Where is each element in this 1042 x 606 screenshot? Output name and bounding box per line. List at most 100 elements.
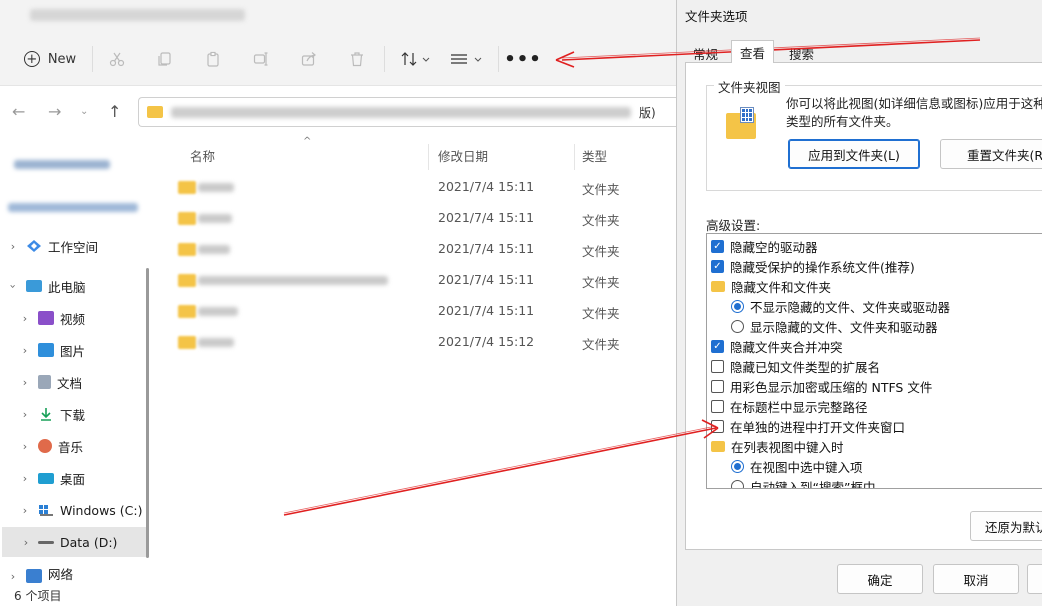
setting-hide-merge-conflicts[interactable]: ✓ 隐藏文件夹合并冲突 [711, 336, 843, 356]
copy-icon [158, 52, 171, 66]
advanced-settings-label: 高级设置: [706, 218, 761, 233]
paste-button[interactable] [202, 46, 224, 72]
advanced-settings-list[interactable]: ✓ 隐藏空的驱动器 ✓ 隐藏受保护的操作系统文件(推荐) 隐藏文件和文件夹 不显… [706, 233, 1042, 489]
sidebar-item-label: Data (D:) [60, 534, 118, 550]
folder-icon [178, 336, 196, 349]
column-header-type[interactable]: 类型 [582, 146, 607, 165]
checkbox-checked-icon[interactable]: ✓ [711, 259, 724, 273]
toolbar-separator [384, 46, 385, 72]
sidebar-item-pictures[interactable]: › 图片 [12, 335, 148, 365]
reset-folders-button[interactable]: 重置文件夹(R) [940, 139, 1042, 169]
folder-view-icon [726, 107, 756, 139]
item-count: 6 个项目 [14, 589, 62, 603]
setting-separate-process[interactable]: 在单独的进程中打开文件夹窗口 [711, 416, 905, 436]
more-options-button[interactable]: ••• [504, 46, 541, 72]
radio-unselected-icon[interactable] [731, 479, 744, 488]
radio-selected-icon[interactable] [731, 459, 744, 473]
row-type: 文件夹 [582, 213, 620, 228]
chevron-right-icon: › [22, 439, 28, 453]
setting-hide-protected-os-files[interactable]: ✓ 隐藏受保护的操作系统文件(推荐) [711, 256, 915, 276]
table-row[interactable]: 2021/7/4 15:11 文件夹 [160, 295, 690, 326]
file-explorer-window: + New ••• ← → ⌄ ↑ 版) › 工作空间 › 此电脑 › 视频 ›… [0, 0, 690, 606]
checkbox-unchecked-icon[interactable] [711, 359, 724, 373]
sidebar-item-desktop[interactable]: › 桌面 [12, 463, 148, 493]
setting-show-hidden[interactable]: 显示隐藏的文件、文件夹和驱动器 [731, 316, 938, 336]
ok-label: 确定 [867, 572, 893, 588]
sidebar-item-drive-c[interactable]: › Windows (C:) [12, 495, 148, 525]
rename-button[interactable] [250, 46, 272, 72]
restore-defaults-button[interactable]: 还原为默认值(D) [970, 511, 1042, 541]
folder-icon [178, 212, 196, 225]
sidebar-scrollbar[interactable] [146, 268, 149, 558]
share-button[interactable] [298, 46, 320, 72]
table-row[interactable]: 2021/7/4 15:11 文件夹 [160, 171, 690, 202]
recent-chevron-icon[interactable]: ⌄ [80, 106, 88, 117]
up-arrow-icon[interactable]: ↑ [108, 102, 121, 121]
radio-selected-icon[interactable] [731, 299, 744, 313]
checkbox-checked-icon[interactable]: ✓ [711, 239, 724, 253]
sidebar-item-label: 网络 [48, 567, 74, 582]
address-tail-text: 版) [639, 106, 656, 120]
chevron-right-icon: › [10, 239, 16, 253]
forward-arrow-icon[interactable]: → [48, 102, 61, 121]
cancel-label: 取消 [963, 572, 989, 588]
view-button[interactable] [446, 46, 486, 72]
setting-full-path-title[interactable]: 在标题栏中显示完整路径 [711, 396, 868, 416]
tab-general[interactable]: 常规 [685, 42, 726, 62]
table-row[interactable]: 2021/7/4 15:11 文件夹 [160, 264, 690, 295]
row-date: 2021/7/4 15:12 [438, 334, 535, 349]
setting-label: 自动键入到“搜索”框中 [750, 479, 876, 489]
tab-view[interactable]: 查看 [731, 40, 775, 63]
checkbox-unchecked-icon[interactable] [711, 399, 724, 413]
sort-button[interactable] [396, 46, 436, 72]
checkbox-unchecked-icon[interactable] [711, 379, 724, 393]
table-row[interactable]: 2021/7/4 15:11 文件夹 [160, 202, 690, 233]
checkbox-checked-icon[interactable]: ✓ [711, 339, 724, 353]
sidebar-item-workspace[interactable]: › 工作空间 [0, 231, 148, 261]
column-header-name[interactable]: 名称 [190, 146, 215, 165]
checkbox-unchecked-icon[interactable] [711, 419, 724, 433]
sidebar-item-drive-d[interactable]: › Data (D:) [2, 527, 146, 557]
sidebar-item-downloads[interactable]: › 下载 [12, 399, 148, 429]
setting-type-into-search[interactable]: 自动键入到“搜索”框中 [731, 476, 876, 489]
apply-button[interactable] [1027, 564, 1042, 594]
sidebar-item-videos[interactable]: › 视频 [12, 303, 148, 333]
pictures-icon [38, 343, 54, 357]
sidebar-item-music[interactable]: › 音乐 [12, 431, 148, 461]
setting-select-typed-item[interactable]: 在视图中选中键入项 [731, 456, 863, 476]
sidebar-item-network[interactable]: › 网络 [0, 567, 148, 583]
cut-button[interactable] [106, 46, 128, 72]
table-row[interactable]: 2021/7/4 15:12 文件夹 [160, 326, 690, 357]
column-separator[interactable] [428, 144, 429, 170]
cancel-button[interactable]: 取消 [933, 564, 1019, 594]
view-tab-panel: 文件夹视图 你可以将此视图(如详细信息或图标)应用于这种类型的所有文件夹。 应用… [685, 62, 1042, 550]
radio-unselected-icon[interactable] [731, 319, 744, 333]
setting-group-typing: 在列表视图中键入时 [711, 436, 844, 456]
copy-button[interactable] [154, 46, 176, 72]
folder-icon [178, 305, 196, 318]
back-arrow-icon[interactable]: ← [12, 102, 25, 121]
setting-color-ntfs[interactable]: 用彩色显示加密或压缩的 NTFS 文件 [711, 376, 932, 396]
sidebar-item-documents[interactable]: › 文档 [12, 367, 148, 397]
tab-search[interactable]: 搜索 [781, 42, 822, 62]
setting-hide-extensions[interactable]: 隐藏已知文件类型的扩展名 [711, 356, 880, 376]
setting-label: 在视图中选中键入项 [750, 459, 863, 475]
new-button[interactable]: + New [18, 46, 82, 72]
setting-hide-empty-drives[interactable]: ✓ 隐藏空的驱动器 [711, 236, 818, 256]
trash-icon [351, 52, 363, 67]
sidebar-item-this-pc[interactable]: › 此电脑 [0, 271, 148, 301]
chevron-right-icon: › [10, 570, 16, 583]
chevron-right-icon: › [22, 407, 28, 421]
apply-to-folders-button[interactable]: 应用到文件夹(L) [788, 139, 920, 169]
blurred-file-name [198, 307, 238, 316]
table-row[interactable]: 2021/7/4 15:11 文件夹 [160, 233, 690, 264]
setting-group-hidden-files: 隐藏文件和文件夹 [711, 276, 831, 296]
column-separator[interactable] [574, 144, 575, 170]
sidebar-item-label: 文档 [57, 375, 83, 391]
row-type: 文件夹 [582, 275, 620, 290]
column-header-date[interactable]: 修改日期 [438, 146, 488, 165]
delete-button[interactable] [346, 46, 368, 72]
ok-button[interactable]: 确定 [837, 564, 923, 594]
address-bar[interactable]: 版) [138, 97, 690, 127]
setting-dont-show-hidden[interactable]: 不显示隐藏的文件、文件夹或驱动器 [731, 296, 950, 316]
